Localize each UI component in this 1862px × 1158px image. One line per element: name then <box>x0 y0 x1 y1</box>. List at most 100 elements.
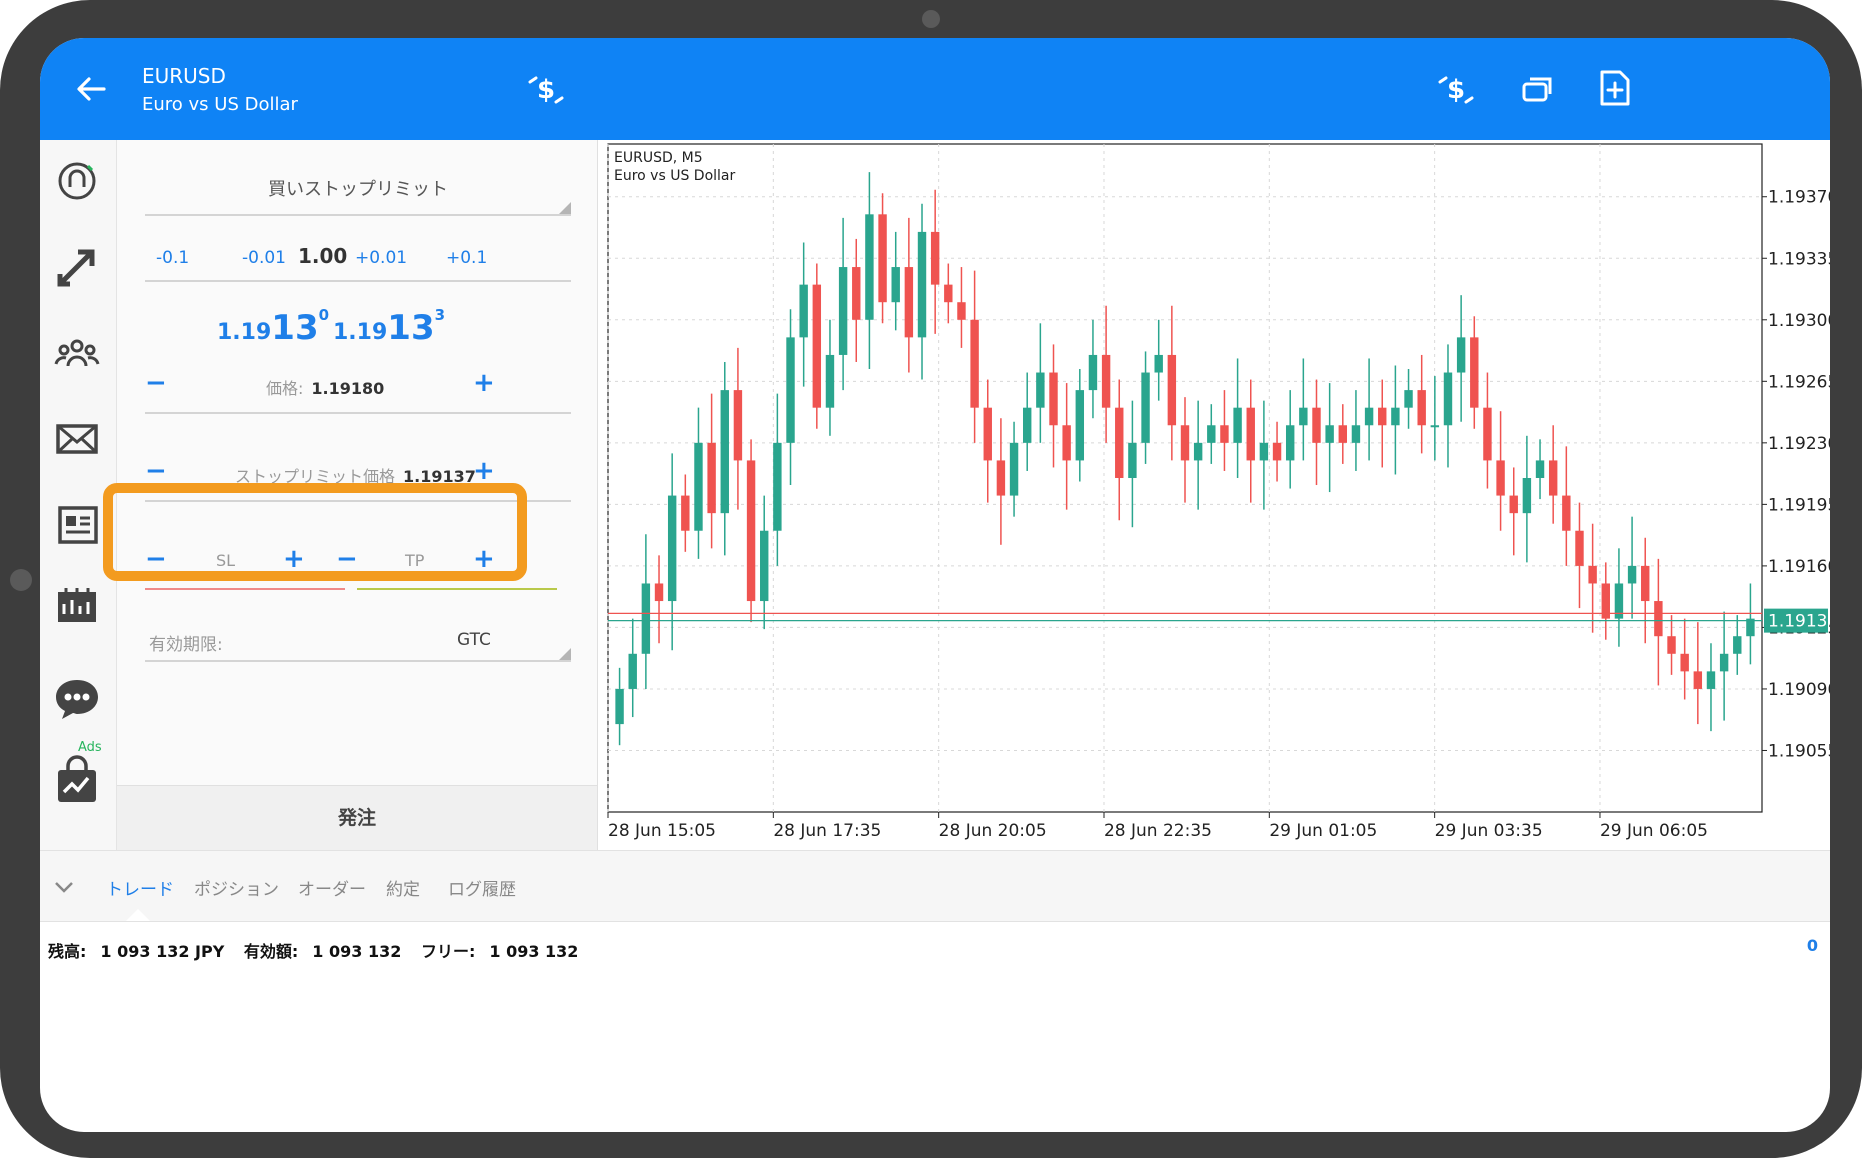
candle-body <box>1207 425 1216 443</box>
profit-value: 0 <box>1806 936 1818 955</box>
app-screen: EURUSD Euro vs US Dollar $ $ Ads 買いストップリ… <box>40 38 1830 1132</box>
chat-icon[interactable] <box>48 670 106 728</box>
candle-body <box>957 302 966 320</box>
candle-body <box>1364 407 1374 426</box>
dropdown-corner-icon <box>559 648 571 660</box>
tp-minus-button[interactable]: − <box>336 544 358 574</box>
tab-positions[interactable]: ポジション <box>194 875 279 900</box>
x-tick-label: 28 Jun 22:35 <box>1104 821 1212 841</box>
candle-body <box>615 688 624 725</box>
tp-underline <box>357 588 557 590</box>
x-tick-label: 29 Jun 03:35 <box>1435 821 1543 841</box>
news-icon[interactable] <box>48 496 106 554</box>
tab-orders[interactable]: オーダー <box>298 875 366 900</box>
sl-field[interactable]: SL <box>216 551 235 570</box>
x-tick-label: 29 Jun 06:05 <box>1600 821 1708 841</box>
candle-body <box>1522 478 1532 514</box>
stoplimit-minus-button[interactable]: − <box>145 456 167 486</box>
candle-body <box>773 442 782 531</box>
tp-plus-button[interactable]: + <box>473 544 495 574</box>
candle-body <box>1575 530 1584 566</box>
y-tick-label: 1.19055 <box>1768 741 1830 761</box>
balance-label: 残高: <box>48 942 87 961</box>
candle-body <box>1535 460 1545 478</box>
candle-body <box>1378 407 1387 426</box>
divider <box>145 500 571 502</box>
metaquotes-logo-icon[interactable] <box>48 152 106 210</box>
volume-value[interactable]: 1.00 <box>298 244 347 268</box>
candlestick-chart[interactable]: 1.19370 1.19335 1.19300 1.19265 1.19230 1.191… <box>600 140 1830 850</box>
candle-body <box>733 390 743 461</box>
candle-body <box>1404 390 1413 408</box>
order-type-select[interactable]: 買いストップリミット <box>145 170 571 210</box>
windows-icon[interactable] <box>1516 68 1560 112</box>
candle-body <box>1351 425 1361 443</box>
expiry-value[interactable]: GTC <box>457 630 491 650</box>
y-tick-label: 1.19160 <box>1768 557 1830 577</box>
candle-body <box>1627 565 1637 584</box>
candle-body <box>1693 671 1703 689</box>
one-click-trade-icon[interactable]: $ <box>1434 68 1478 112</box>
trade-arrows-icon[interactable] <box>48 238 106 296</box>
candle-body <box>1430 425 1440 428</box>
equity-label: 有効額: <box>243 942 299 961</box>
candle-body <box>1325 425 1334 443</box>
candle-body <box>825 354 835 408</box>
free-margin-label: フリー: <box>420 942 476 961</box>
candle-body <box>996 460 1006 496</box>
quick-trade-icon[interactable]: $ <box>524 68 568 112</box>
candle-body <box>891 267 900 303</box>
buy-price: 1.19133 <box>333 306 446 348</box>
candle-body <box>1154 354 1163 373</box>
stoplimit-price-field[interactable]: ストップリミット価格 1.19137 <box>235 463 476 487</box>
volume-plus-0.01-button[interactable]: +0.01 <box>355 248 407 268</box>
back-arrow-icon[interactable] <box>74 72 108 106</box>
tab-trade[interactable]: トレード <box>106 875 174 900</box>
candle-body <box>681 495 690 531</box>
candle-body <box>1456 337 1466 373</box>
tab-journal[interactable]: ログ履歴 <box>448 875 516 900</box>
candle-body <box>1470 337 1479 408</box>
toolbox-tabs: トレード ポジション オーダー 約定 ログ履歴 <box>40 850 1830 922</box>
candle-body <box>746 460 756 602</box>
candle-body <box>1062 425 1071 461</box>
candle-body <box>1667 636 1676 654</box>
volume-plus-0.1-button[interactable]: +0.1 <box>446 248 487 268</box>
market-bag-icon[interactable] <box>48 752 106 810</box>
candle-body <box>1706 671 1716 689</box>
candle-body <box>1022 407 1032 443</box>
volume-minus-0.01-button[interactable]: -0.01 <box>242 248 286 268</box>
candle-body <box>1049 372 1058 426</box>
tab-deals[interactable]: 約定 <box>386 875 420 900</box>
candle-body <box>904 267 914 338</box>
price-chart[interactable]: 1.19370 1.19335 1.19300 1.19265 1.19230 1.191… <box>600 140 1830 850</box>
price-minus-button[interactable]: − <box>145 368 167 398</box>
price-field[interactable]: 価格: 1.19180 <box>266 375 384 399</box>
candle-body <box>1562 495 1571 531</box>
svg-text:$: $ <box>1447 75 1465 105</box>
price-plus-button[interactable]: + <box>473 368 495 398</box>
symbol-name: EURUSD <box>142 64 226 88</box>
balance-value: 1 093 132 JPY <box>100 942 225 961</box>
candle-body <box>1285 425 1295 461</box>
sl-minus-button[interactable]: − <box>145 544 167 574</box>
calendar-icon[interactable] <box>48 578 106 636</box>
place-order-button[interactable]: 発注 <box>117 785 597 851</box>
sl-plus-button[interactable]: + <box>283 544 305 574</box>
community-icon[interactable] <box>48 324 106 382</box>
left-sidebar: Ads <box>40 140 117 850</box>
candle-body <box>1391 407 1400 426</box>
stoplimit-plus-button[interactable]: + <box>473 456 495 486</box>
volume-minus-0.1-button[interactable]: -0.1 <box>156 248 189 268</box>
candle-body <box>1548 460 1558 496</box>
mail-icon[interactable] <box>48 410 106 468</box>
new-order-icon[interactable] <box>1592 66 1636 110</box>
candle-body <box>654 583 664 602</box>
chevron-down-icon[interactable] <box>54 877 74 897</box>
dropdown-corner-icon <box>559 202 571 214</box>
candle-body <box>641 583 651 654</box>
candle-body <box>944 284 953 303</box>
active-tab-caret <box>126 909 150 921</box>
candle-body <box>1193 442 1203 461</box>
tp-field[interactable]: TP <box>405 551 424 570</box>
